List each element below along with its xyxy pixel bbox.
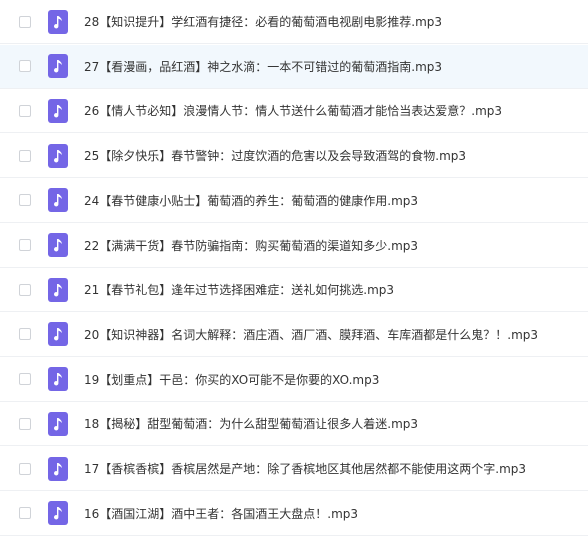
music-note-icon	[48, 277, 68, 302]
file-name[interactable]: 19【划重点】干邑：你买的XO可能不是你要的XO.mp3	[84, 371, 379, 388]
music-note-icon	[48, 143, 68, 168]
file-row[interactable]: 24【春节健康小贴士】葡萄酒的养生：葡萄酒的健康作用.mp3	[0, 179, 588, 223]
music-note-icon	[48, 367, 68, 392]
file-row[interactable]: 25【除夕快乐】春节警钟：过度饮酒的危害以及会导致酒驾的食物.mp3	[0, 134, 588, 179]
file-name[interactable]: 21【春节礼包】逢年过节选择困难症：送礼如何挑选.mp3	[84, 281, 394, 298]
file-checkbox[interactable]	[19, 149, 31, 162]
file-name[interactable]: 17【香槟香槟】香槟居然是产地：除了香槟地区其他居然都不能使用这两个字.mp3	[84, 460, 526, 477]
file-row[interactable]: 22【满满干货】春节防骗指南：购买葡萄酒的渠道知多少.mp3	[0, 224, 588, 268]
music-note-icon	[48, 456, 68, 481]
file-checkbox[interactable]	[19, 417, 31, 430]
file-checkbox[interactable]	[19, 373, 31, 386]
file-name[interactable]: 27【看漫画，品红酒】神之水滴：一本不可错过的葡萄酒指南.mp3	[84, 58, 442, 75]
music-note-icon	[48, 322, 68, 347]
file-row[interactable]: 18【揭秘】甜型葡萄酒：为什么甜型葡萄酒让很多人着迷.mp3	[0, 402, 588, 447]
file-list: 28【知识提升】学红酒有捷径：必看的葡萄酒电视剧电影推荐.mp3 27【看漫画，品…	[0, 0, 588, 540]
file-row[interactable]: 19【划重点】干邑：你买的XO可能不是你要的XO.mp3	[0, 358, 588, 402]
file-name[interactable]: 26【情人节必知】浪漫情人节：情人节送什么葡萄酒才能恰当表达爱意？.mp3	[84, 102, 502, 119]
file-name[interactable]: 20【知识神器】名词大解释：酒庄酒、酒厂酒、膜拜酒、车库酒都是什么鬼？！.mp3	[84, 326, 538, 343]
file-checkbox[interactable]	[19, 462, 31, 475]
music-note-icon	[48, 9, 68, 34]
file-row[interactable]: 27【看漫画，品红酒】神之水滴：一本不可错过的葡萄酒指南.mp3	[0, 44, 588, 89]
file-name[interactable]: 24【春节健康小贴士】葡萄酒的养生：葡萄酒的健康作用.mp3	[84, 192, 418, 209]
file-row[interactable]: 26【情人节必知】浪漫情人节：情人节送什么葡萄酒才能恰当表达爱意？.mp3	[0, 89, 588, 134]
music-note-icon	[48, 501, 68, 526]
file-checkbox[interactable]	[19, 239, 31, 251]
file-name[interactable]: 22【满满干货】春节防骗指南：购买葡萄酒的渠道知多少.mp3	[84, 237, 418, 254]
music-note-icon	[48, 411, 68, 436]
music-note-icon	[48, 54, 68, 79]
music-note-icon	[48, 188, 68, 213]
file-checkbox[interactable]	[19, 328, 31, 341]
file-checkbox[interactable]	[19, 15, 31, 28]
music-note-icon	[48, 233, 68, 257]
file-checkbox[interactable]	[19, 60, 31, 73]
file-row[interactable]: 28【知识提升】学红酒有捷径：必看的葡萄酒电视剧电影推荐.mp3	[0, 0, 588, 44]
music-note-icon	[48, 98, 68, 123]
file-row[interactable]: 20【知识神器】名词大解释：酒庄酒、酒厂酒、膜拜酒、车库酒都是什么鬼？！.mp3	[0, 313, 588, 357]
file-name[interactable]: 18【揭秘】甜型葡萄酒：为什么甜型葡萄酒让很多人着迷.mp3	[84, 415, 418, 432]
file-checkbox[interactable]	[19, 104, 31, 117]
file-checkbox[interactable]	[19, 283, 31, 296]
file-row[interactable]: 16【酒国江湖】酒中王者：各国酒王大盘点！.mp3	[0, 492, 588, 536]
file-checkbox[interactable]	[19, 194, 31, 207]
file-row[interactable]: 21【春节礼包】逢年过节选择困难症：送礼如何挑选.mp3	[0, 268, 588, 313]
file-name[interactable]: 25【除夕快乐】春节警钟：过度饮酒的危害以及会导致酒驾的食物.mp3	[84, 147, 466, 164]
file-name[interactable]: 16【酒国江湖】酒中王者：各国酒王大盘点！.mp3	[84, 505, 358, 522]
file-name[interactable]: 28【知识提升】学红酒有捷径：必看的葡萄酒电视剧电影推荐.mp3	[84, 13, 442, 30]
file-row[interactable]: 17【香槟香槟】香槟居然是产地：除了香槟地区其他居然都不能使用这两个字.mp3	[0, 447, 588, 491]
file-checkbox[interactable]	[19, 507, 31, 520]
